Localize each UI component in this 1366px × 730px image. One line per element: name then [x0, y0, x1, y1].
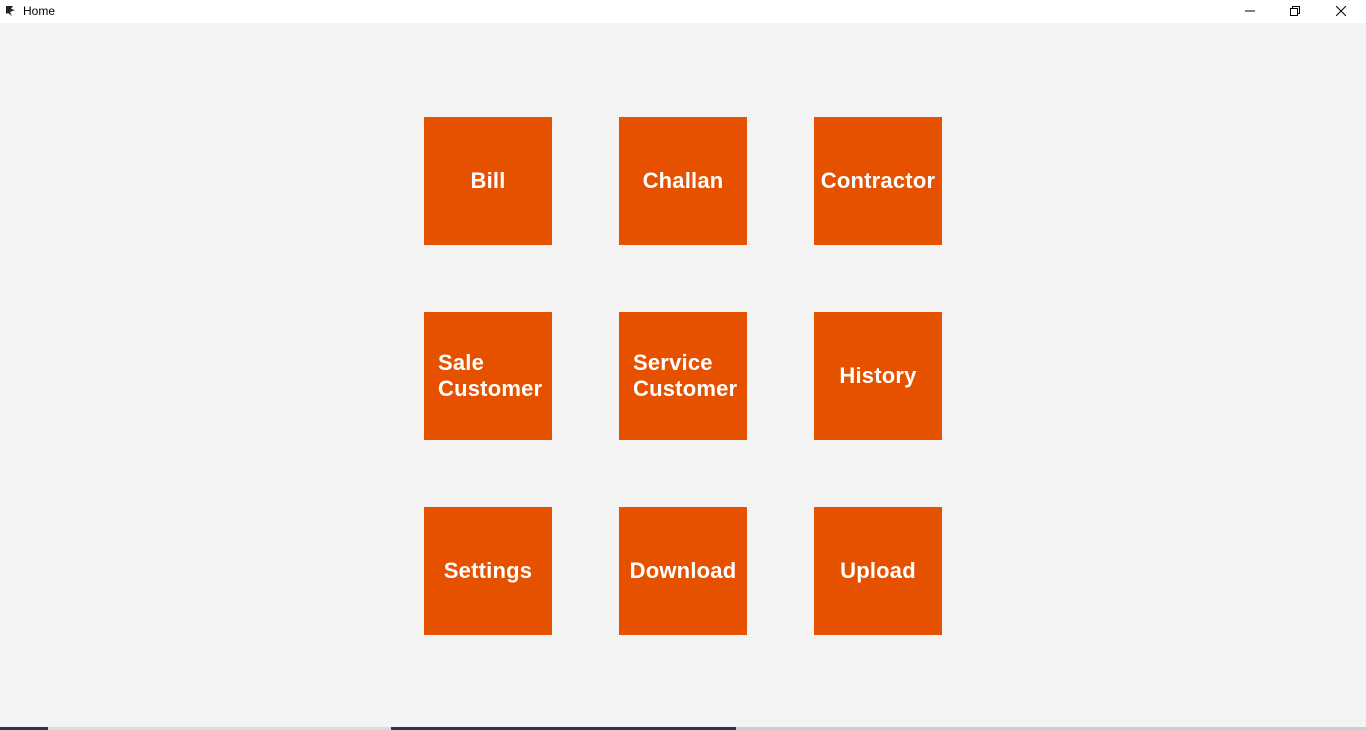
history-tile-label: History	[839, 363, 917, 388]
minimize-icon	[1245, 3, 1255, 21]
bill-tile-label: Bill	[470, 168, 506, 193]
minimize-button[interactable]	[1227, 0, 1273, 23]
settings-tile[interactable]: Settings	[424, 507, 552, 635]
sale-customer-tile-label: Sale Customer	[438, 350, 543, 401]
restore-button[interactable]	[1272, 0, 1318, 23]
close-icon	[1335, 3, 1347, 21]
upload-tile[interactable]: Upload	[814, 507, 942, 635]
challan-tile-label: Challan	[642, 168, 724, 193]
service-customer-tile[interactable]: Service Customer	[619, 312, 747, 440]
challan-tile[interactable]: Challan	[619, 117, 747, 245]
contractor-tile[interactable]: Contractor	[814, 117, 942, 245]
close-button[interactable]	[1318, 0, 1364, 23]
settings-tile-label: Settings	[443, 558, 533, 583]
tile-grid: Bill Challan Contractor Sale Customer Se…	[0, 23, 1366, 727]
restore-icon	[1290, 3, 1300, 21]
app-icon	[4, 4, 18, 18]
service-customer-tile-label: Service Customer	[633, 350, 738, 401]
download-tile-label: Download	[629, 558, 737, 583]
sale-customer-tile[interactable]: Sale Customer	[424, 312, 552, 440]
window-title: Home	[23, 4, 56, 18]
download-tile[interactable]: Download	[619, 507, 747, 635]
history-tile[interactable]: History	[814, 312, 942, 440]
title-bar: Home	[0, 0, 1366, 23]
bill-tile[interactable]: Bill	[424, 117, 552, 245]
contractor-tile-label: Contractor	[820, 168, 936, 193]
upload-tile-label: Upload	[840, 558, 916, 583]
